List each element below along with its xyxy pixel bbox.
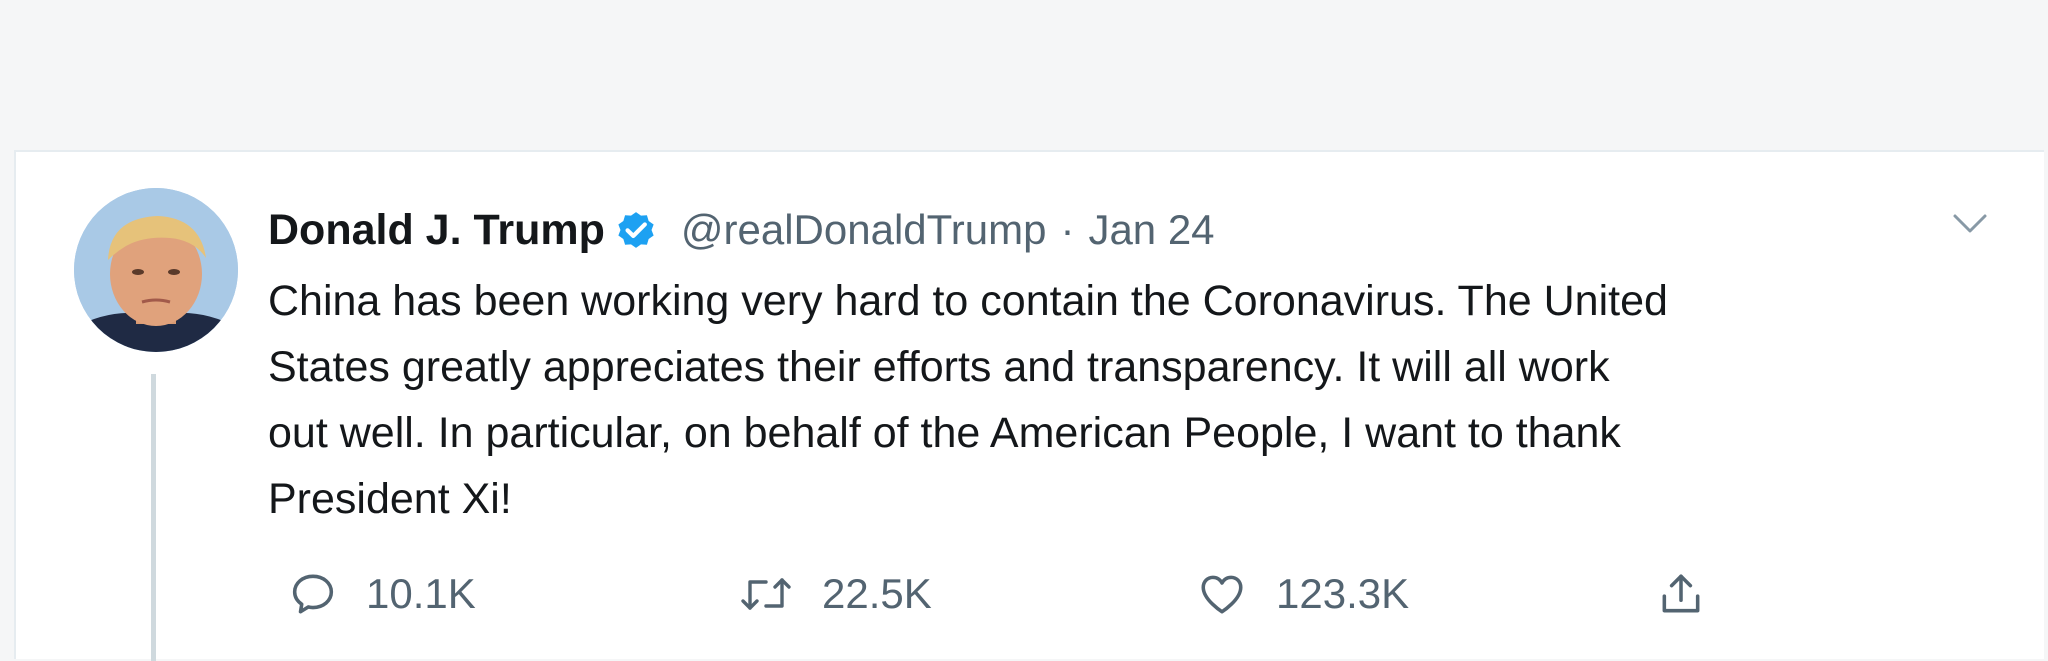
heart-icon xyxy=(1196,569,1248,619)
separator-dot: · xyxy=(1060,206,1075,253)
author-handle[interactable]: @realDonaldTrump xyxy=(681,206,1047,254)
reply-count: 10.1K xyxy=(366,570,476,617)
avatar-image xyxy=(74,188,238,352)
retweet-button[interactable]: 22.5K xyxy=(738,554,932,634)
tweet-header: Donald J. Trump @realDonaldTrump · Jan 2… xyxy=(268,200,1215,260)
author-display-name[interactable]: Donald J. Trump xyxy=(268,206,605,255)
retweet-icon xyxy=(738,569,794,619)
tweet-timestamp[interactable]: Jan 24 xyxy=(1088,206,1214,254)
thread-line xyxy=(151,374,156,661)
chevron-down-icon[interactable] xyxy=(1952,212,1988,236)
tweet-card[interactable]: Donald J. Trump @realDonaldTrump · Jan 2… xyxy=(14,150,2044,661)
verified-badge-icon xyxy=(613,207,659,253)
share-icon xyxy=(1656,568,1706,620)
avatar[interactable] xyxy=(74,188,238,352)
share-button[interactable] xyxy=(1656,554,1706,634)
retweet-count: 22.5K xyxy=(822,570,932,617)
reply-button[interactable]: 10.1K xyxy=(288,554,476,634)
tweet-text: China has been working very hard to cont… xyxy=(268,277,1668,523)
like-count: 123.3K xyxy=(1276,570,1410,617)
reply-bubble-icon xyxy=(288,569,338,619)
like-button[interactable]: 123.3K xyxy=(1196,554,1409,634)
